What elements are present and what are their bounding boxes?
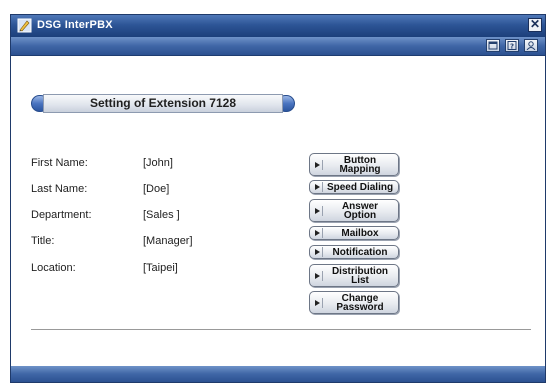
action-button-label: Distribution List bbox=[331, 265, 389, 286]
status-bar bbox=[11, 366, 545, 382]
field-label: Title: bbox=[31, 235, 55, 247]
field-label: First Name: bbox=[31, 157, 88, 169]
button-mapping-button[interactable]: Button Mapping bbox=[309, 153, 399, 176]
close-icon[interactable]: ✕ bbox=[528, 18, 542, 32]
field-value: [John] bbox=[143, 157, 173, 169]
play-arrow-icon bbox=[313, 247, 323, 257]
speed-dialing-button[interactable]: Speed Dialing bbox=[309, 180, 399, 194]
action-button-label: Change Password bbox=[336, 292, 384, 313]
field-value: [Taipei] bbox=[143, 262, 178, 274]
action-button-label: Notification bbox=[332, 246, 388, 258]
play-arrow-icon bbox=[313, 159, 323, 170]
notification-button[interactable]: Notification bbox=[309, 245, 399, 259]
change-password-button[interactable]: Change Password bbox=[309, 291, 399, 314]
field-value: [Sales ] bbox=[143, 209, 180, 221]
svg-text:?: ? bbox=[510, 42, 514, 50]
distribution-list-button[interactable]: Distribution List bbox=[309, 264, 399, 287]
title-bar[interactable]: DSG InterPBX ✕ bbox=[11, 15, 545, 37]
field-label: Location: bbox=[31, 262, 76, 274]
window-icon[interactable] bbox=[486, 39, 500, 52]
play-arrow-icon bbox=[313, 205, 323, 216]
help-icon[interactable]: ? bbox=[505, 39, 519, 52]
action-button-label: Speed Dialing bbox=[326, 181, 394, 193]
answer-option-button[interactable]: Answer Option bbox=[309, 199, 399, 222]
play-arrow-icon bbox=[313, 228, 323, 238]
play-arrow-icon bbox=[313, 182, 323, 192]
play-arrow-icon bbox=[313, 297, 323, 308]
app-logo-icon bbox=[17, 18, 32, 33]
field-value: [Doe] bbox=[143, 183, 170, 195]
mailbox-button[interactable]: Mailbox bbox=[309, 226, 399, 240]
user-icon[interactable] bbox=[524, 39, 538, 52]
divider bbox=[31, 329, 531, 330]
action-button-label: Answer Option bbox=[341, 200, 379, 221]
panel-header: Setting of Extension 7128 bbox=[31, 94, 295, 113]
panel-title: Setting of Extension 7128 bbox=[43, 94, 283, 113]
action-button-label: Button Mapping bbox=[339, 154, 381, 175]
play-arrow-icon bbox=[313, 270, 323, 281]
field-value: [Manager] bbox=[143, 235, 193, 247]
toolbar: ? bbox=[11, 37, 545, 56]
field-label: Department: bbox=[31, 209, 92, 221]
app-window: DSG InterPBX ✕ ? Setting of Extension 71… bbox=[10, 14, 546, 383]
window-title: DSG InterPBX bbox=[37, 19, 113, 31]
action-button-label: Mailbox bbox=[341, 227, 379, 239]
field-label: Last Name: bbox=[31, 183, 88, 195]
